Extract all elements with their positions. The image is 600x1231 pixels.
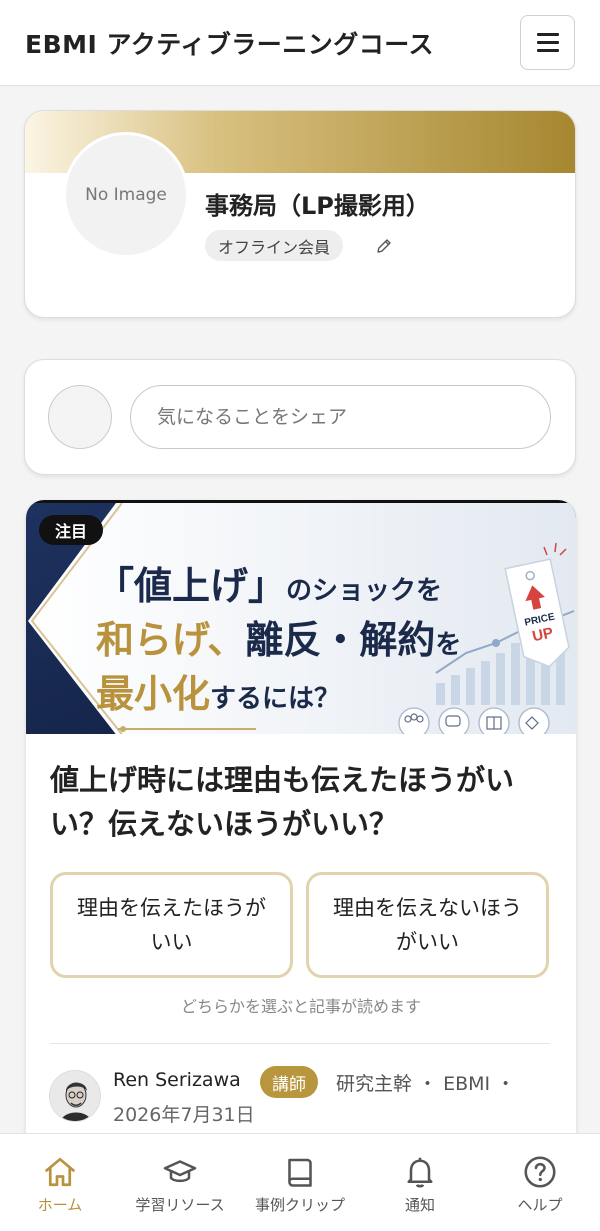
help-circle-icon [524, 1156, 556, 1188]
home-icon [45, 1157, 75, 1187]
author-portrait-icon [50, 1071, 100, 1121]
nav-item-notifications[interactable]: 通知 [360, 1134, 480, 1231]
author-name[interactable]: Ren Serizawa [113, 1069, 241, 1091]
hero-headline-line3: 最小化するには？ [96, 663, 340, 718]
member-type-badge: オフライン会員 [205, 230, 344, 261]
profile-name: 事務局（LP撮影用） [205, 192, 430, 220]
menu-icon-bar [536, 33, 559, 36]
graduation-cap-icon [163, 1160, 197, 1183]
profile-avatar[interactable]: No Image [63, 132, 189, 258]
hero-text: 「値上げ」 [96, 564, 287, 608]
nav-item-case-clips[interactable]: 事例クリップ [240, 1134, 360, 1231]
hero-text: 離反・解約 [245, 618, 436, 662]
divider [50, 1043, 550, 1044]
hero-headline-line2: 和らげ、離反・解約を [96, 609, 461, 664]
share-card [24, 359, 576, 475]
choice-button-not-tell-reason[interactable]: 理由を伝えないほうがいい [306, 872, 549, 978]
book-icon [288, 1158, 312, 1187]
nav-label: 通知 [404, 1196, 435, 1214]
featured-article-card[interactable]: PRICE UP 注目 「値上げ」のショックを 和らげ、離反・解約を 最小化する… [26, 500, 576, 1180]
choice-note: どちらかを選ぶと記事が読めます [180, 997, 421, 1016]
app-header: EBMI アクティブラーニングコース [0, 0, 600, 86]
nav-label: 事例クリップ [254, 1196, 345, 1214]
profile-card: No Image 事務局（LP撮影用） オフライン会員 [24, 110, 576, 318]
role-badge: 講師 [260, 1066, 318, 1098]
hero-text: のショックを [286, 576, 443, 606]
publish-date: 2026年7月31日 [113, 1104, 255, 1126]
bottom-navigation: ホーム 学習リソース 事例クリップ 通知 ヘルプ [0, 1133, 600, 1231]
hero-text: するには？ [210, 684, 341, 714]
nav-item-learning-resources[interactable]: 学習リソース [120, 1134, 240, 1231]
nav-item-home[interactable]: ホーム [0, 1134, 120, 1231]
share-input[interactable] [130, 385, 551, 449]
app-title: EBMI アクティブラーニングコース [25, 29, 435, 59]
article-title[interactable]: 値上げ時には理由も伝えたほうがいい？伝えないほうがいい？ [50, 758, 550, 846]
pencil-edit-icon[interactable] [375, 237, 393, 255]
article-hero-image: PRICE UP 注目 「値上げ」のショックを 和らげ、離反・解約を 最小化する… [26, 500, 576, 734]
hero-text: を [435, 630, 462, 660]
hero-text: 和らげ、 [96, 618, 246, 662]
choice-button-tell-reason[interactable]: 理由を伝えたほうがいい [50, 872, 293, 978]
nav-label: 学習リソース [135, 1196, 225, 1214]
featured-badge: 注目 [39, 515, 104, 545]
author-avatar[interactable] [49, 1070, 101, 1122]
hamburger-menu-button[interactable] [520, 15, 575, 70]
author-org: 研究主幹 ・ EBMI ・ [336, 1073, 516, 1095]
bell-icon [407, 1157, 433, 1188]
hero-text: 最小化 [96, 672, 211, 716]
hero-headline-line1: 「値上げ」のショックを [96, 555, 442, 610]
nav-item-help[interactable]: ヘルプ [480, 1134, 600, 1231]
menu-icon-bar [536, 41, 559, 44]
avatar-placeholder-text: No Image [85, 185, 167, 205]
menu-icon-bar [536, 49, 559, 52]
user-avatar [48, 385, 112, 449]
nav-label: ヘルプ [517, 1196, 563, 1214]
nav-label: ホーム [37, 1196, 83, 1214]
